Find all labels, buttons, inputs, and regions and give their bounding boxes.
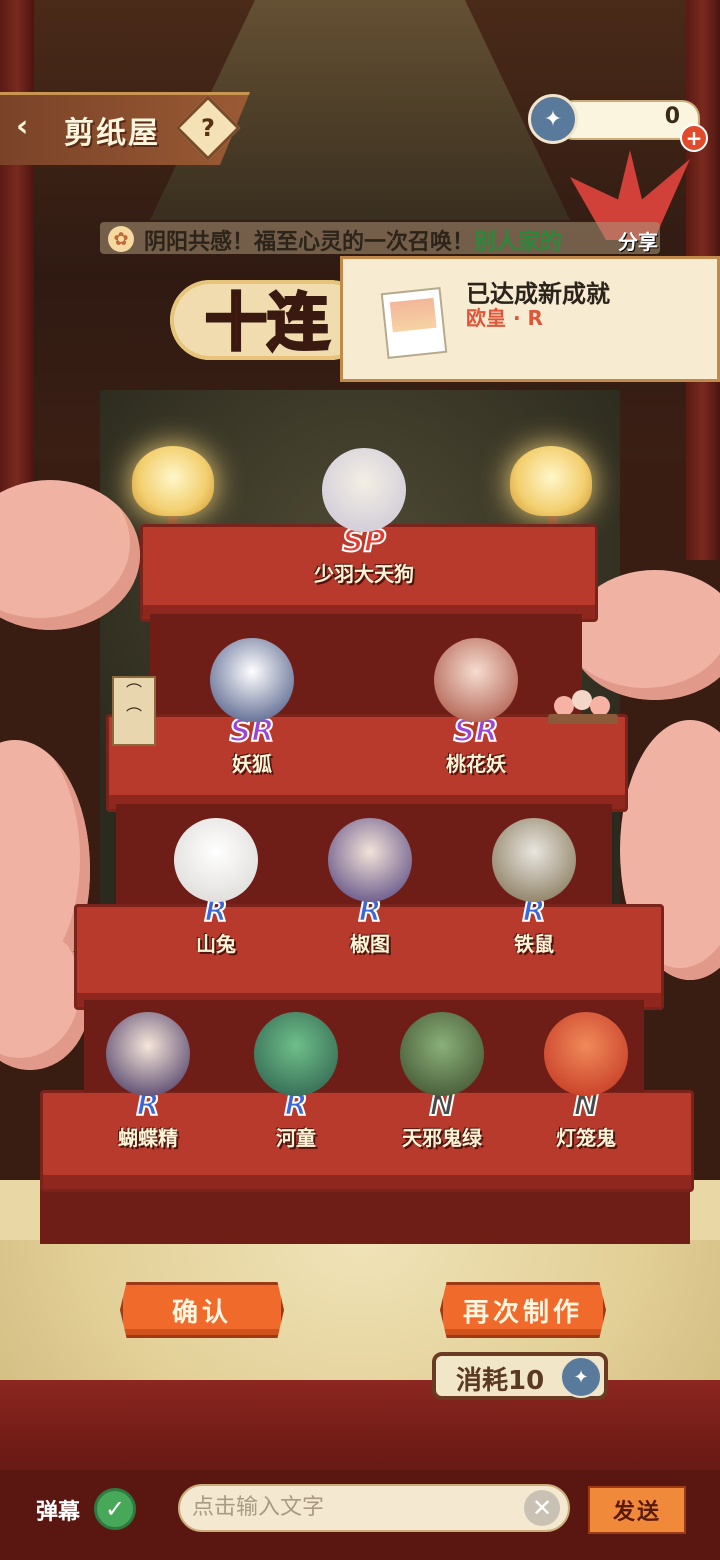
character-slot-1[interactable]: SP 少羽大天狗	[294, 448, 434, 587]
character-portrait	[328, 818, 412, 902]
sakura-icon: ✿	[108, 226, 134, 252]
character-slot-7[interactable]: R 蝴蝶精	[78, 1012, 218, 1151]
character-name: 桃花妖	[446, 752, 506, 776]
character-portrait	[254, 1012, 338, 1096]
paper-doll-ticket-icon: ✦	[560, 1356, 602, 1398]
cost-label: 消耗10	[456, 1366, 545, 1396]
character-portrait	[400, 1012, 484, 1096]
confirm-button[interactable]: 确认	[120, 1282, 284, 1338]
character-name: 河童	[276, 1126, 316, 1150]
character-portrait	[434, 638, 518, 722]
page-title: 剪纸屋	[64, 116, 160, 151]
character-slot-8[interactable]: R 河童	[226, 1012, 366, 1151]
paper-doll-ticket-icon: ✦	[528, 94, 578, 144]
summon-result-scene: ⌒ ⌒ SP 少羽大天狗 SR 妖狐 SR 桃花妖 R 山兔 R 椒图 R 铁鼠 …	[0, 0, 720, 1560]
send-button[interactable]: 发送	[588, 1486, 686, 1534]
character-slot-3[interactable]: SR 桃花妖	[406, 638, 546, 777]
character-slot-4[interactable]: R 山兔	[146, 818, 286, 957]
paper-sign: ⌒ ⌒	[112, 676, 156, 746]
lantern-left	[132, 446, 214, 516]
character-portrait	[106, 1012, 190, 1096]
share-button[interactable]: 分享	[618, 226, 658, 255]
announcement-prefix: 阴阳共感！福至心灵的一次召唤！	[144, 230, 475, 254]
danmu-input[interactable]: 点击输入文字	[178, 1484, 570, 1532]
mochi-dango	[548, 690, 618, 730]
character-slot-5[interactable]: R 椒图	[300, 818, 440, 957]
announcement-highlight: 别人家的	[474, 230, 563, 254]
achievement-card-icon	[380, 287, 448, 359]
character-portrait	[492, 818, 576, 902]
character-portrait	[544, 1012, 628, 1096]
remake-button[interactable]: 再次制作	[440, 1282, 606, 1338]
character-name: 铁鼠	[514, 932, 554, 956]
character-slot-9[interactable]: N 天邪鬼绿	[372, 1012, 512, 1151]
announcement-text: 阴阳共感！福至心灵的一次召唤！别人家的	[144, 224, 562, 254]
character-name: 椒图	[350, 932, 390, 956]
announcement-marquee: 阴阳共感！福至心灵的一次召唤！别人家的	[100, 222, 660, 254]
character-slot-2[interactable]: SR 妖狐	[182, 638, 322, 777]
question-mark-icon: ?	[201, 114, 215, 142]
character-portrait	[174, 818, 258, 902]
danmu-label: 弹幕	[36, 1500, 81, 1525]
character-name: 天邪鬼绿	[402, 1126, 482, 1150]
currency-value: 0	[664, 104, 680, 129]
character-name: 蝴蝶精	[118, 1126, 178, 1150]
character-slot-6[interactable]: R 铁鼠	[464, 818, 604, 957]
danmu-toggle-check-icon[interactable]: ✓	[94, 1488, 136, 1530]
ten-pull-label: 十连	[203, 285, 330, 361]
character-name: 山兔	[196, 932, 236, 956]
add-currency-button[interactable]: +	[680, 124, 708, 152]
clear-input-icon[interactable]: ✕	[524, 1490, 560, 1526]
pillar-left	[0, 0, 34, 560]
character-name: 妖狐	[232, 752, 272, 776]
back-arrow-icon[interactable]: ‹	[16, 112, 46, 142]
character-slot-10[interactable]: N 灯笼鬼	[516, 1012, 656, 1151]
character-portrait	[322, 448, 406, 532]
achievement-subtitle: 欧皇 · R	[466, 306, 543, 330]
lantern-right	[510, 446, 592, 516]
character-name: 少羽大天狗	[314, 562, 414, 586]
character-portrait	[210, 638, 294, 722]
character-name: 灯笼鬼	[556, 1126, 616, 1150]
